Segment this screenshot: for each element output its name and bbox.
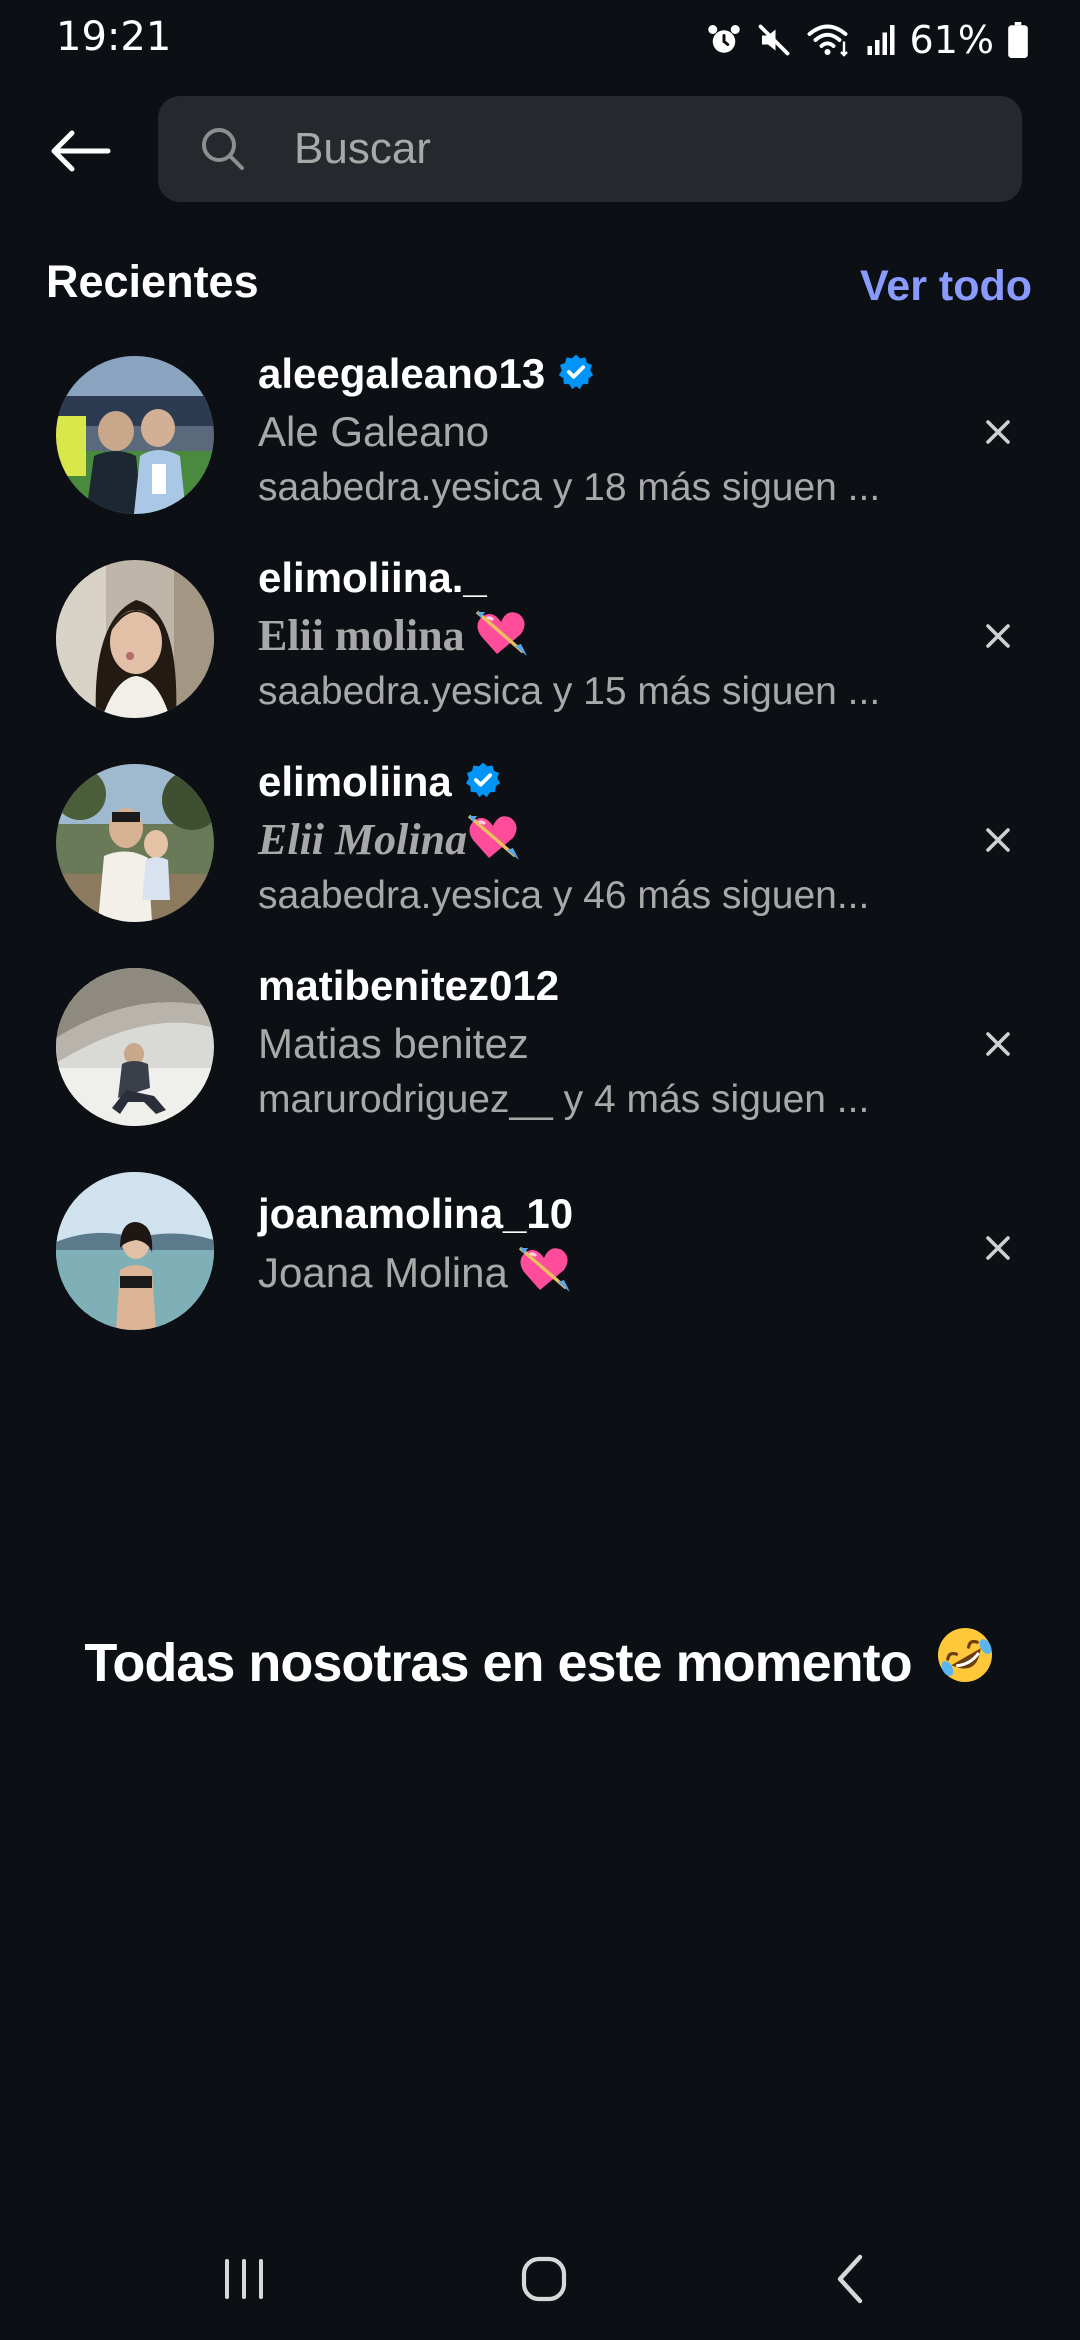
remove-recent-button[interactable] [974,816,1022,864]
status-bar: 19:21 61% [0,0,1080,80]
back-arrow-icon [51,130,111,172]
search-icon [200,126,246,177]
close-icon [986,828,1010,852]
recent-account-item[interactable]: matibenitez012 Matias benitez marurodrig… [0,956,1080,1146]
full-name-text: Elii Molina [258,815,468,865]
username: matibenitez012 [258,962,560,1009]
full-name: Elii Molina [258,812,948,868]
remove-recent-button[interactable] [974,612,1022,660]
back-button[interactable] [40,118,120,184]
recent-account-item[interactable]: aleegaleano13 Ale Galeano saabedra.yesic… [0,344,1080,534]
item-text: elimoliina._ Elii molina saabedra.yesica… [258,548,948,720]
search-box[interactable] [158,96,1022,202]
back-nav-button[interactable] [800,2244,900,2314]
username: elimoliina [258,758,452,805]
search-input[interactable] [294,96,974,202]
signal-icon [866,22,896,58]
close-icon [986,624,1010,648]
username: elimoliina._ [258,554,487,601]
avatar [56,560,214,718]
followed-by-text: saabedra.yesica y 15 más siguen ... [258,670,881,713]
search-header [0,96,1080,206]
system-navigation-bar [0,2230,1080,2340]
home-icon [521,2256,567,2302]
item-text: matibenitez012 Matias benitez marurodrig… [258,956,948,1128]
verified-badge-icon [557,353,595,396]
followed-by-text: marurodriguez__ y 4 más siguen ... [258,1078,870,1121]
remove-recent-button[interactable] [974,1020,1022,1068]
verified-badge-icon [464,761,502,804]
username: joanamolina_10 [258,1190,574,1237]
alarm-icon [706,22,742,58]
rolling-laughing-emoji-icon [934,1624,996,1699]
followed-by-text: saabedra.yesica y 18 más siguen ... [258,466,881,509]
recent-account-item[interactable]: elimoliina._ Elii molina saabedra.yesica… [0,548,1080,738]
home-button[interactable] [494,2244,594,2314]
close-icon [986,1236,1010,1260]
full-name: Matias benitez [258,1020,529,1067]
avatar [56,356,214,514]
remove-recent-button[interactable] [974,1224,1022,1272]
heart-with-arrow-icon [467,812,521,876]
item-text: elimoliina Elii Molina saabedra.yesica y [258,752,948,924]
chevron-left-icon [837,2254,863,2304]
full-name: Elii molina [258,608,948,664]
recent-account-item[interactable]: elimoliina Elii Molina saabedra.yesica y [0,752,1080,942]
battery-icon [1008,22,1028,58]
heart-with-arrow-icon [518,1244,572,1308]
recent-apps-button[interactable] [194,2244,294,2314]
item-text: joanamolina_10 Joana Molina [258,1184,948,1300]
close-icon [986,1032,1010,1056]
full-name-text: Elii molina [258,611,465,661]
battery-percentage: 61% [909,18,994,62]
followed-by-text: saabedra.yesica y 46 más siguen... [258,874,870,917]
item-text: aleegaleano13 Ale Galeano saabedra.yesic… [258,344,948,516]
full-name-text: Joana Molina [258,1249,508,1297]
status-time: 19:21 [56,14,172,60]
wifi-icon [806,22,852,58]
remove-recent-button[interactable] [974,408,1022,456]
video-caption: Todas nosotras en este momento [0,1628,1080,1699]
recent-account-item[interactable]: joanamolina_10 Joana Molina [0,1160,1080,1350]
status-icons: 61% [706,16,1028,64]
avatar [56,1172,214,1330]
recents-title: Recientes [46,256,259,307]
full-name: Ale Galeano [258,408,490,455]
mute-icon [756,22,792,58]
see-all-link[interactable]: Ver todo [860,262,1032,311]
username: aleegaleano13 [258,350,546,397]
recent-apps-icon [225,2259,263,2299]
avatar [56,764,214,922]
caption-text: Todas nosotras en este momento [84,1633,912,1693]
heart-with-arrow-icon [475,608,529,672]
avatar [56,968,214,1126]
close-icon [986,420,1010,444]
full-name: Joana Molina [258,1244,948,1300]
